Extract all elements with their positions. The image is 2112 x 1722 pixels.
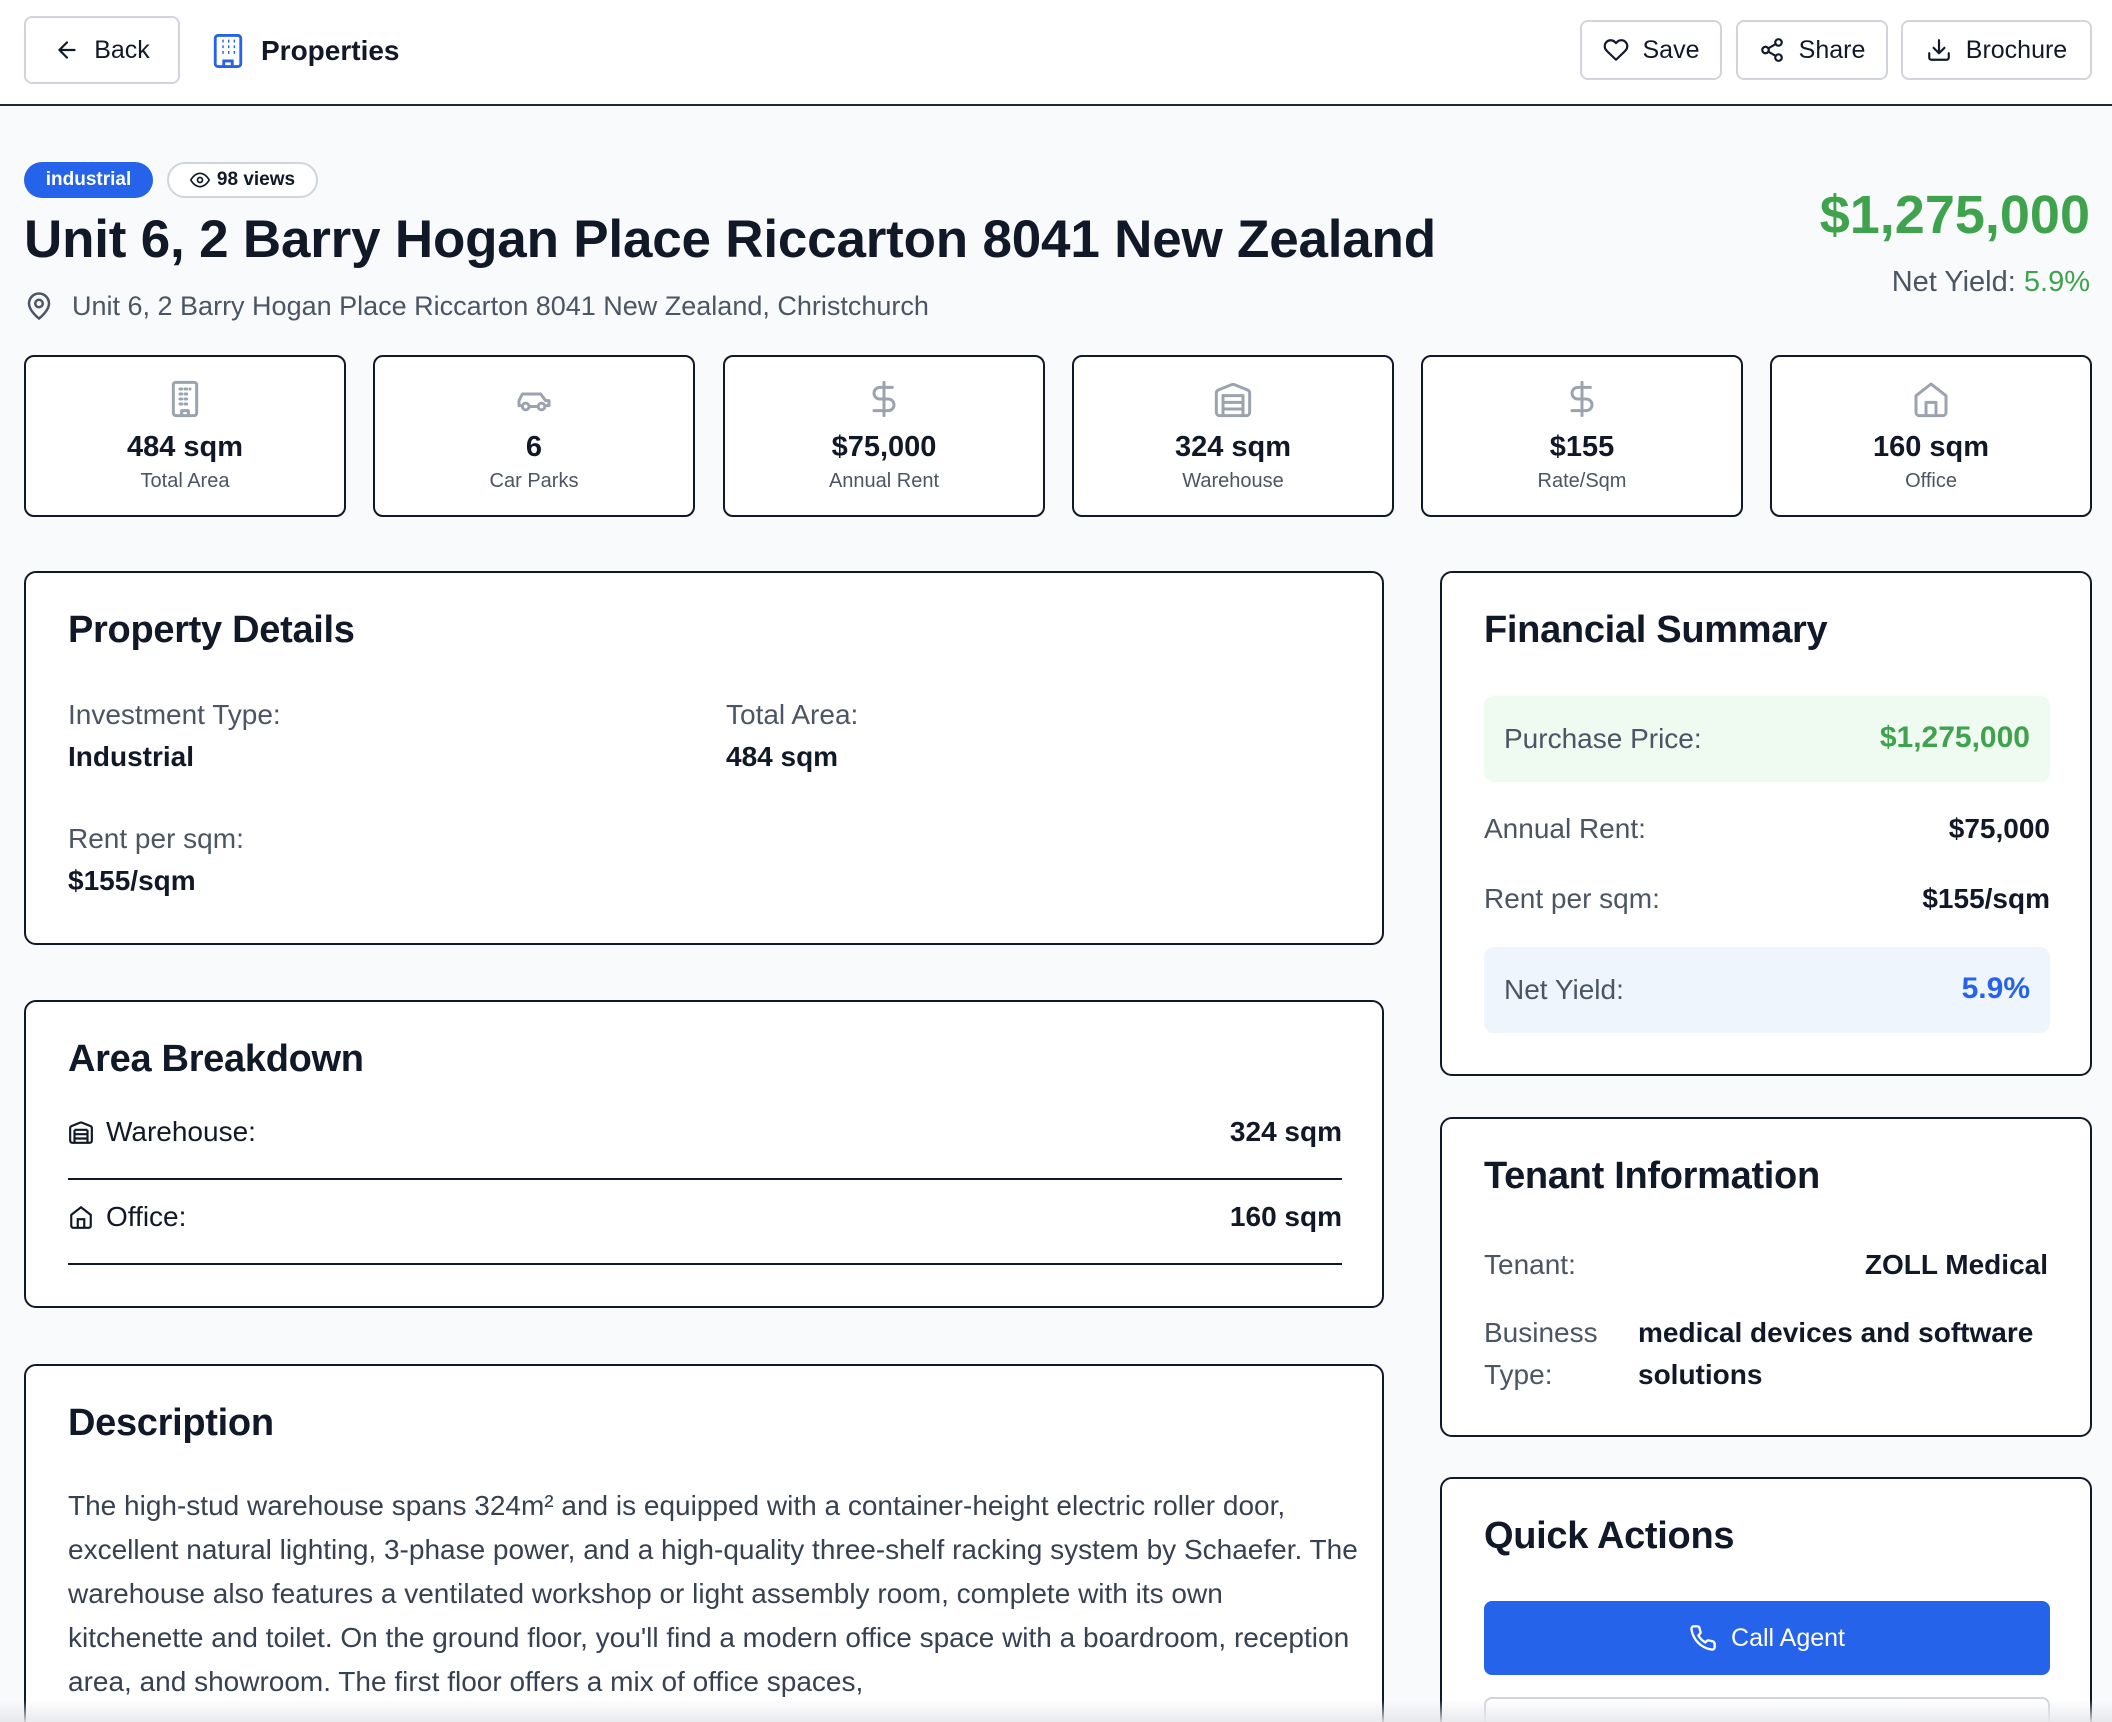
stat-label: Total Area <box>140 470 230 492</box>
area-label: Warehouse: <box>106 1116 256 1147</box>
building-icon <box>171 380 199 418</box>
stat-value: 160 sqm <box>1872 431 1990 463</box>
dollar-icon <box>872 380 896 418</box>
call-agent-button[interactable]: Call Agent <box>1484 1601 2050 1675</box>
purchase-price-row: Purchase Price: $1,275,000 <box>1484 696 2050 782</box>
heart-icon <box>1603 39 1628 61</box>
property-details-card: Property Details Investment Type: Indust… <box>24 571 1384 945</box>
arrow-left-icon <box>58 41 76 59</box>
purchase-price-label: Purchase Price: <box>1504 723 1702 754</box>
annual-rent-label: Annual Rent: <box>1484 813 1646 844</box>
save-label: Save <box>1642 35 1700 64</box>
stat-label: Annual Rent <box>828 470 940 492</box>
stat-card-annual-rent: $75,000 Annual Rent <box>723 355 1045 517</box>
annual-rent-value: $75,000 <box>1948 813 2050 844</box>
share-button[interactable]: Share <box>1736 20 1888 80</box>
business-type-label-line1: Business <box>1484 1317 1598 1348</box>
net-yield-value: 5.9% <box>2023 266 2090 298</box>
car-icon <box>517 392 551 412</box>
dollar-icon <box>1570 380 1594 418</box>
investment-type-value: Industrial <box>68 741 195 772</box>
property-details-title: Property Details <box>68 609 355 651</box>
net-yield-value: 5.9% <box>1961 972 2030 1005</box>
area-row-office: Office: 160 sqm <box>68 1179 1342 1265</box>
area-value: 160 sqm <box>1229 1201 1342 1232</box>
brochure-button[interactable]: Brochure <box>1901 20 2092 80</box>
business-type-label-line2: Type: <box>1484 1359 1553 1390</box>
rent-per-sqm-value: $155/sqm <box>68 865 196 896</box>
area-breakdown-card: Area Breakdown Warehouse: 324 sqm Office… <box>24 1000 1384 1308</box>
address-line: Unit 6, 2 Barry Hogan Place Riccarton 80… <box>24 290 929 322</box>
area-breakdown-title: Area Breakdown <box>68 1038 364 1080</box>
tenant-label: Tenant: <box>1484 1249 1576 1280</box>
stat-value: 324 sqm <box>1174 431 1292 463</box>
total-area-label: Total Area: <box>726 699 859 730</box>
total-area-value: 484 sqm <box>726 741 839 772</box>
stat-card-warehouse: 324 sqm Warehouse <box>1072 355 1394 517</box>
business-type-value-line1: medical devices and software <box>1638 1317 2034 1348</box>
description-text: The high-stud warehouse spans 324m² and … <box>68 1490 1358 1697</box>
map-pin-icon <box>27 292 51 321</box>
quick-actions-card: Quick Actions Call Agent <box>1440 1477 2092 1722</box>
brand[interactable]: Properties <box>211 32 400 70</box>
net-yield-row: Net Yield: 5.9% <box>1484 947 2050 1033</box>
brand-label: Properties <box>261 35 400 66</box>
description-title: Description <box>68 1402 274 1444</box>
investment-type-label: Investment Type: <box>68 699 281 730</box>
views-count: 98 views <box>216 169 296 190</box>
phone-icon <box>1690 1625 1716 1651</box>
business-type-value-line2: solutions <box>1638 1359 1763 1390</box>
rent-per-sqm-value: $155/sqm <box>1922 883 2050 914</box>
stat-label: Car Parks <box>489 470 579 492</box>
stat-value: 6 <box>525 431 543 463</box>
stat-card-office: 160 sqm Office <box>1770 355 2092 517</box>
download-icon <box>1927 39 1950 61</box>
brochure-label: Brochure <box>1965 35 2068 64</box>
area-row-warehouse: Warehouse: 324 sqm <box>68 1094 1342 1180</box>
stat-label: Warehouse <box>1182 470 1284 492</box>
views-badge: 98 views <box>167 162 318 198</box>
stat-card-total-area: 484 sqm Total Area <box>24 355 346 517</box>
rent-per-sqm-label: Rent per sqm: <box>68 823 244 854</box>
net-yield-label: Net Yield: <box>1504 974 1624 1005</box>
description-card: Description The high-stud warehouse span… <box>24 1364 1384 1722</box>
home-icon <box>70 1205 92 1229</box>
page-title: Unit 6, 2 Barry Hogan Place Riccarton 80… <box>24 210 1436 269</box>
rent-per-sqm-label: Rent per sqm: <box>1484 883 1660 914</box>
stat-card-rate: $155 Rate/Sqm <box>1421 355 1743 517</box>
warehouse-icon <box>1214 382 1252 418</box>
top-bar: Back Properties Save Share Brochure <box>0 0 2112 106</box>
share-label: Share <box>1798 35 1866 64</box>
stat-value: $75,000 <box>831 431 937 463</box>
stat-card-car-parks: 6 Car Parks <box>373 355 695 517</box>
stat-label: Rate/Sqm <box>1537 470 1627 492</box>
address-text: Unit 6, 2 Barry Hogan Place Riccarton 80… <box>72 290 929 321</box>
eye-icon <box>189 172 210 188</box>
financial-summary-title: Financial Summary <box>1484 609 1828 651</box>
scroll-fade <box>0 1700 2112 1722</box>
area-label: Office: <box>106 1201 187 1232</box>
call-agent-label: Call Agent <box>1731 1623 1845 1652</box>
stat-value: 484 sqm <box>126 431 244 463</box>
building-icon <box>213 34 243 68</box>
tenant-value: ZOLL Medical <box>1864 1249 2048 1280</box>
quick-actions-title: Quick Actions <box>1484 1515 1735 1557</box>
stat-label: Office <box>1905 470 1957 492</box>
save-button[interactable]: Save <box>1580 20 1722 80</box>
warehouse-icon <box>69 1121 93 1144</box>
net-yield-summary: Net Yield: 5.9% <box>1892 266 2090 299</box>
area-value: 324 sqm <box>1229 1116 1342 1147</box>
listing-price: $1,275,000 <box>1819 185 2090 245</box>
back-label: Back <box>94 35 150 64</box>
share-icon <box>1760 38 1783 62</box>
net-yield-label: Net Yield: <box>1891 266 2016 298</box>
stat-value: $155 <box>1549 431 1615 463</box>
back-button[interactable]: Back <box>24 16 180 84</box>
home-icon <box>1914 382 1948 418</box>
tenant-information-card: Tenant Information Tenant: ZOLL Medical … <box>1440 1117 2092 1437</box>
purchase-price-value: $1,275,000 <box>1879 721 2030 754</box>
tenant-information-title: Tenant Information <box>1484 1155 1820 1197</box>
property-type-badge: industrial <box>24 162 153 198</box>
financial-summary-card: Financial Summary Purchase Price: $1,275… <box>1440 571 2092 1076</box>
